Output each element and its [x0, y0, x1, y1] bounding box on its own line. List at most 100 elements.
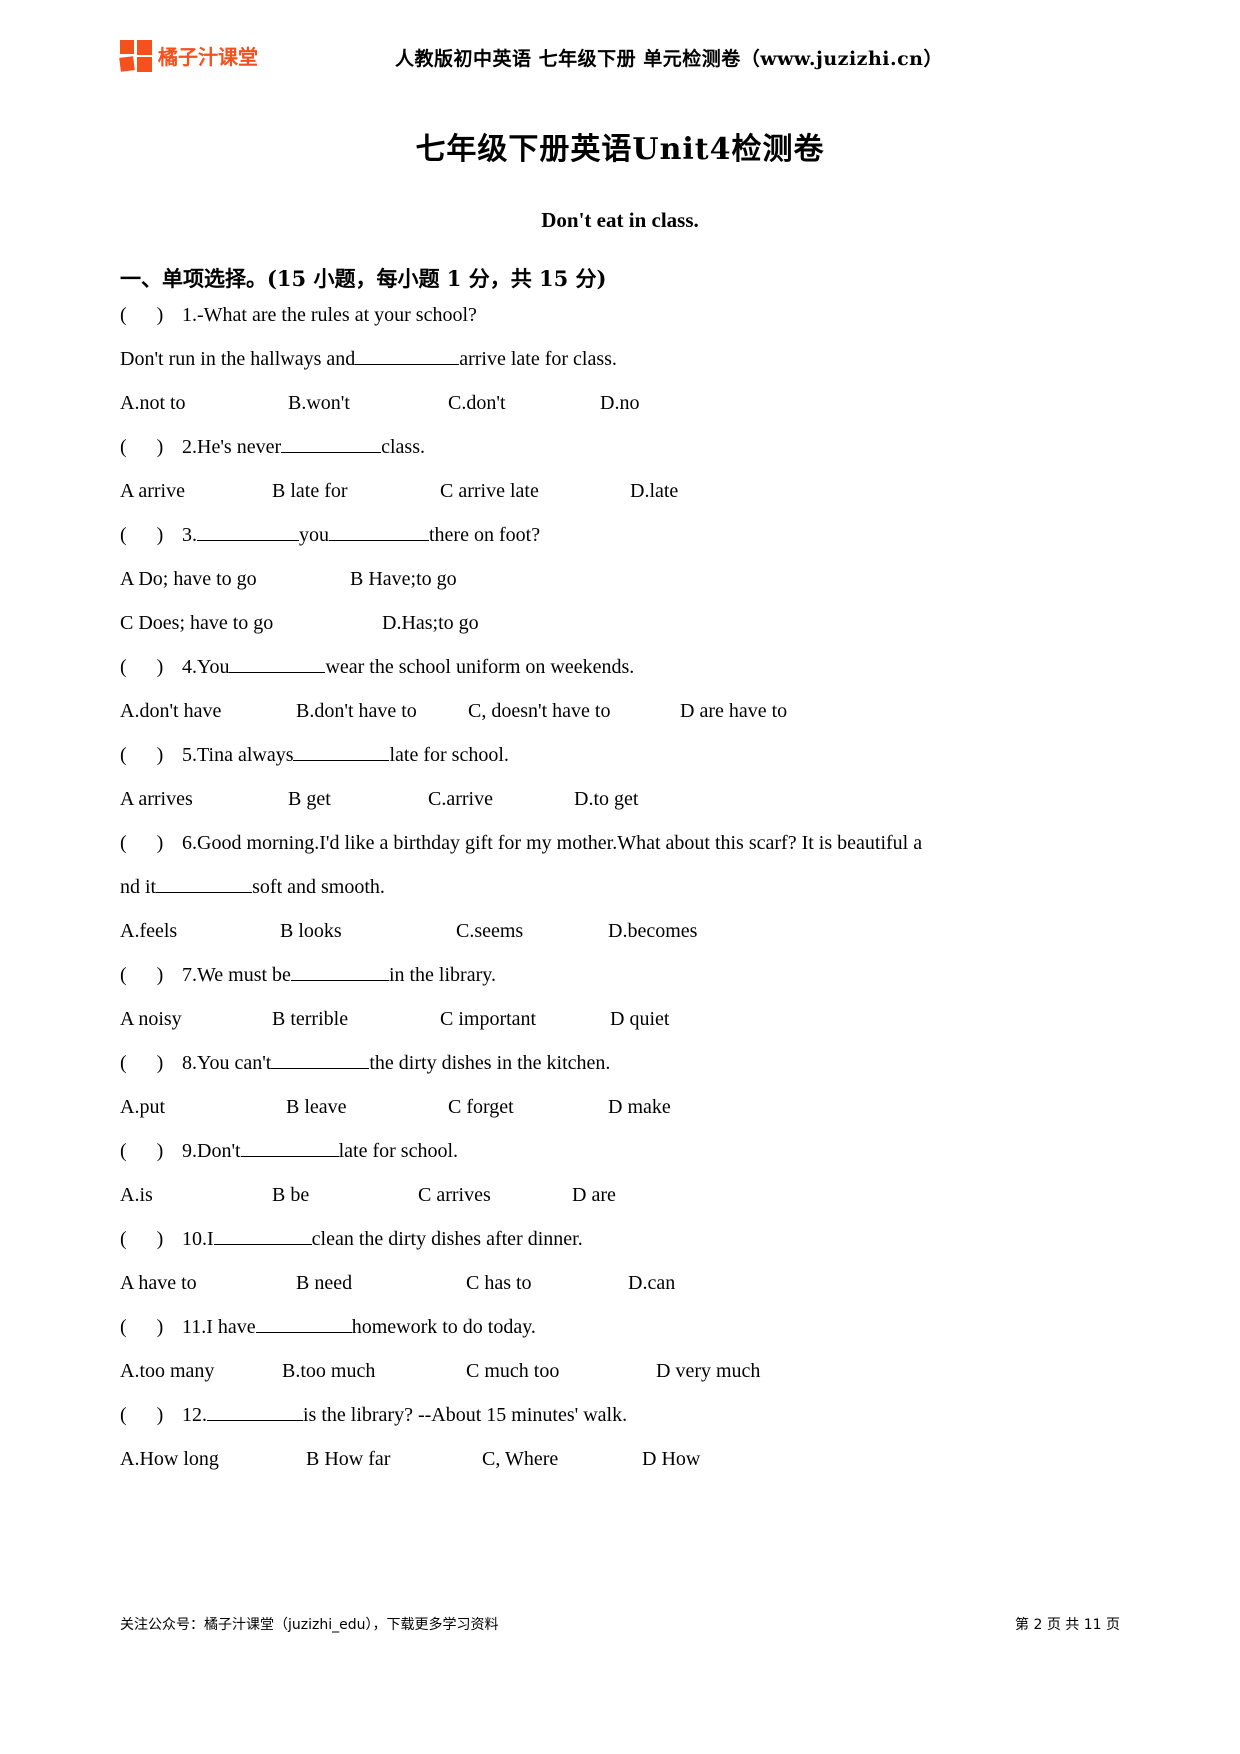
answer-blank[interactable]	[293, 740, 390, 761]
option-d[interactable]: D.no	[600, 381, 639, 425]
answer-blank[interactable]	[240, 1136, 339, 1157]
option-c[interactable]: C forget	[448, 1085, 608, 1129]
option-b[interactable]: B.too much	[282, 1349, 466, 1393]
question-8-stem: ( ) 8.You can't the dirty dishes in the ki…	[120, 1041, 1120, 1085]
option-d[interactable]: D.late	[630, 469, 678, 513]
answer-bracket[interactable]: ( )	[120, 293, 182, 337]
option-a[interactable]: A arrive	[120, 469, 272, 513]
answer-bracket[interactable]: ( )	[120, 513, 182, 557]
option-c[interactable]: C.don't	[448, 381, 600, 425]
option-c[interactable]: C important	[440, 997, 610, 1041]
question-9-stem: ( ) 9.Don't late for school.	[120, 1129, 1120, 1173]
option-d[interactable]: D are have to	[680, 689, 787, 733]
option-a[interactable]: A.not to	[120, 381, 288, 425]
option-a[interactable]: A.is	[120, 1173, 272, 1217]
option-a[interactable]: A have to	[120, 1261, 296, 1305]
answer-bracket[interactable]: ( )	[120, 1217, 182, 1261]
option-b[interactable]: B leave	[286, 1085, 448, 1129]
option-a[interactable]: A.too many	[120, 1349, 282, 1393]
question-2-stem: ( ) 2.He's never class.	[120, 425, 1120, 469]
option-a[interactable]: A arrives	[120, 777, 288, 821]
option-b[interactable]: B.don't have to	[296, 689, 468, 733]
option-d[interactable]: D.becomes	[608, 909, 697, 953]
answer-blank[interactable]	[255, 1312, 352, 1333]
option-d[interactable]: D make	[608, 1085, 671, 1129]
question-number: 12.	[182, 1404, 207, 1426]
answer-blank[interactable]	[207, 1400, 303, 1421]
option-d[interactable]: D How	[642, 1437, 700, 1481]
option-c[interactable]: C, Where	[482, 1437, 642, 1481]
question-text-pre: Don't run in the hallways and	[120, 348, 356, 370]
question-text-pre: Tina always	[197, 744, 294, 766]
option-a[interactable]: A Do; have to go	[120, 557, 350, 601]
option-d[interactable]: D very much	[656, 1349, 760, 1393]
option-b[interactable]: B terrible	[272, 997, 440, 1041]
question-1-stem-line2: Don't run in the hallways and arrive late…	[120, 337, 1120, 381]
question-number: 11.	[182, 1316, 207, 1338]
option-d[interactable]: D.can	[628, 1261, 675, 1305]
option-b[interactable]: B How far	[306, 1437, 482, 1481]
question-text-post: the dirty dishes in the kitchen.	[369, 1052, 611, 1074]
answer-blank[interactable]	[281, 432, 382, 453]
page-indicator: 第 2 页 共 11 页	[1015, 1614, 1120, 1634]
footer-note: 关注公众号：橘子汁课堂（juzizhi_edu），下载更多学习资料	[120, 1617, 499, 1633]
option-b[interactable]: B looks	[280, 909, 456, 953]
answer-bracket[interactable]: ( )	[120, 1129, 182, 1173]
question-text-post: arrive late for class.	[459, 348, 617, 370]
answer-bracket[interactable]: ( )	[120, 1041, 182, 1085]
option-b[interactable]: B Have;to go	[350, 557, 457, 601]
option-c[interactable]: C arrives	[418, 1173, 572, 1217]
question-text-pre: He's never	[197, 436, 282, 458]
answer-blank[interactable]	[271, 1048, 370, 1069]
logo-text: 橘子汁课堂	[158, 45, 258, 69]
option-b[interactable]: B be	[272, 1173, 418, 1217]
question-text-post: in the library.	[388, 964, 496, 986]
option-c[interactable]: C much too	[466, 1349, 656, 1393]
answer-bracket[interactable]: ( )	[120, 645, 182, 689]
answer-bracket[interactable]: ( )	[120, 1305, 182, 1349]
option-c[interactable]: C has to	[466, 1261, 628, 1305]
answer-blank[interactable]	[229, 652, 326, 673]
question-text: Good morning.I'd like a birthday gift fo…	[197, 832, 923, 854]
option-c[interactable]: C arrive late	[440, 469, 630, 513]
header-title: 人教版初中英语 七年级下册 单元检测卷（www.juzizhi.cn）	[394, 47, 944, 70]
option-c[interactable]: C, doesn't have to	[468, 689, 680, 733]
question-6-stem-line2: nd it soft and smooth.	[120, 865, 1120, 909]
option-b[interactable]: B need	[296, 1261, 466, 1305]
option-d[interactable]: D are	[572, 1173, 616, 1217]
option-d[interactable]: D quiet	[610, 997, 669, 1041]
answer-bracket[interactable]: ( )	[120, 425, 182, 469]
option-c[interactable]: C.arrive	[428, 777, 574, 821]
answer-bracket[interactable]: ( )	[120, 953, 182, 997]
option-a[interactable]: A.don't have	[120, 689, 296, 733]
answer-bracket[interactable]: ( )	[120, 733, 182, 777]
option-b[interactable]: B late for	[272, 469, 440, 513]
option-b[interactable]: B.won't	[288, 381, 448, 425]
option-a[interactable]: A.feels	[120, 909, 280, 953]
question-number: 10.	[182, 1228, 207, 1250]
option-d[interactable]: D.Has;to go	[382, 601, 479, 645]
page-label-prefix: 第	[1014, 1617, 1029, 1633]
answer-bracket[interactable]: ( )	[120, 1393, 182, 1437]
document-page: 橘子汁课堂 人教版初中英语 七年级下册 单元检测卷（www.juzizhi.cn…	[0, 0, 1240, 1754]
question-text-post: late for school.	[338, 1140, 459, 1162]
answer-blank-1[interactable]	[197, 520, 299, 541]
question-5-stem: ( ) 5.Tina always late for school.	[120, 733, 1120, 777]
option-b[interactable]: B get	[288, 777, 428, 821]
answer-blank[interactable]	[156, 872, 253, 893]
option-a[interactable]: A.put	[120, 1085, 286, 1129]
option-c[interactable]: C.seems	[456, 909, 608, 953]
option-a[interactable]: A.How long	[120, 1437, 306, 1481]
option-d[interactable]: D.to get	[574, 777, 638, 821]
question-4-stem: ( ) 4.You wear the school uniform on weeke…	[120, 645, 1120, 689]
question-number: 1.	[182, 304, 197, 326]
answer-blank-2[interactable]	[329, 520, 429, 541]
answer-bracket[interactable]: ( )	[120, 821, 182, 865]
option-c[interactable]: C Does; have to go	[120, 601, 382, 645]
answer-blank[interactable]	[213, 1224, 312, 1245]
question-6-options: A.feels B looks C.seems D.becomes	[120, 909, 1120, 953]
answer-blank[interactable]	[290, 960, 389, 981]
option-a[interactable]: A noisy	[120, 997, 272, 1041]
answer-blank[interactable]	[355, 344, 460, 365]
question-number: 5.	[182, 744, 197, 766]
